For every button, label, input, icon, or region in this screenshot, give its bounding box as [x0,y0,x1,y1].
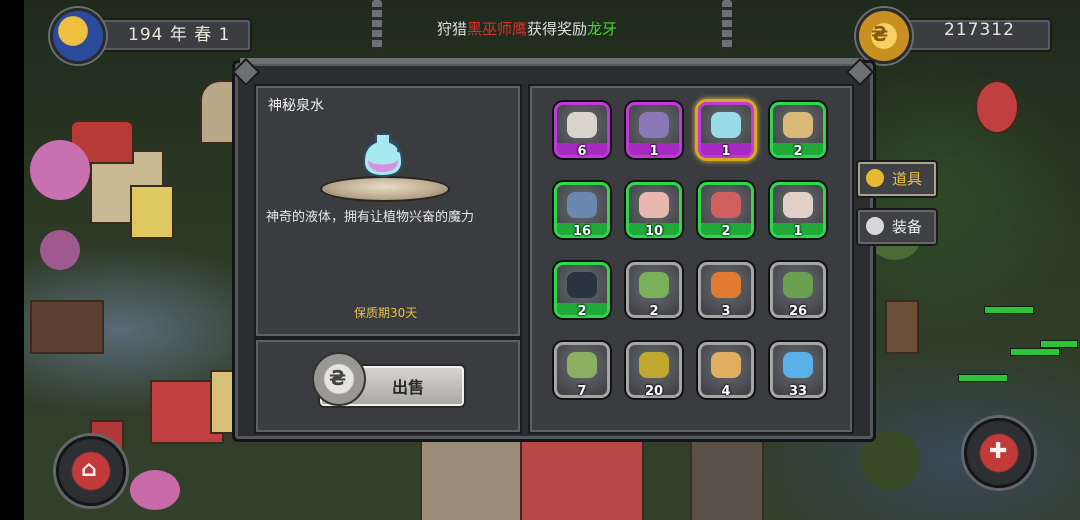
potion-jar-icon [711,112,741,138]
inventory-slot[interactable]: 2 [698,182,754,239]
item-pedestal [320,176,450,202]
item-quantity: 3 [721,304,731,319]
inventory-slot[interactable]: 3 [698,262,754,319]
coil-icon [639,192,669,218]
tree [130,470,180,510]
item-quantity: 33 [788,384,808,399]
ticker-reward: 龙牙 [587,20,618,38]
inventory-slot[interactable]: 26 [770,262,826,319]
item-description: 神奇的液体，拥有让植物兴奋的魔力 [266,210,475,225]
hunt-reward-ticker: 狩猎黑巫师鹰获得奖励龙牙 [437,18,617,39]
ticker-middle: 获得奖励 [527,20,588,38]
fin-icon [567,192,597,218]
house [690,440,764,520]
house-icon: ⌂ [81,457,97,482]
season-icon [50,8,106,64]
item-quantity: 2 [793,144,803,159]
pineapple-icon [639,352,669,378]
ticker-prefix: 狩猎 [437,20,468,38]
item-quantity: 1 [721,144,731,159]
date-text: 194 年 春 1 [128,25,231,45]
item-quantity: 26 [788,304,808,319]
item-quantity: 1 [649,144,659,159]
inventory-slot[interactable]: 1 [770,182,826,239]
gold-amount: 217312 [944,20,1015,40]
bread-icon [783,112,813,138]
potion-jar-icon [362,133,404,178]
inventory-slot[interactable]: 2 [770,102,826,159]
boat [30,300,104,354]
inventory-slot[interactable]: 6 [554,102,610,159]
item-shelf-life: 保质期30天 [354,306,418,320]
item-quantity: 10 [644,224,664,239]
item-quantity: 20 [644,384,664,399]
coin-symbol-icon: ₴ [871,22,889,46]
workshop [420,440,534,520]
shield-icon: ✚ [989,439,1008,464]
sell-button-label: 出售 [392,378,425,397]
village-button[interactable]: ⌂ [56,436,126,506]
fang-icon [567,272,597,298]
ticker-hunter: 黑巫师鹰 [467,20,528,38]
claw-icon [783,192,813,218]
inventory-slot[interactable]: 1 [698,102,754,159]
head-icon [639,272,669,298]
inventory-slot[interactable]: 16 [554,182,610,239]
inventory-window-header-bar [240,58,862,64]
watchtower [885,300,919,354]
unit-health-bar [1040,340,1078,348]
inventory-slot[interactable]: 4 [698,342,754,399]
item-quantity: 2 [721,224,731,239]
house [520,440,644,520]
cloth-icon [711,192,741,218]
battle-button[interactable]: ✚ [964,418,1034,488]
horn-icon [711,352,741,378]
feather-icon [567,352,597,378]
unit-health-bar [958,374,1008,382]
chain-decoration [372,0,382,50]
item-quantity: 4 [721,384,731,399]
inventory-slot[interactable]: 7 [554,342,610,399]
tree [30,140,90,200]
item-quantity: 1 [793,224,803,239]
inventory-slot[interactable]: 20 [626,342,682,399]
leaf-icon [783,272,813,298]
tab-items[interactable]: 道具 [856,160,938,198]
item-quantity: 7 [577,384,587,399]
crystal-icon [783,352,813,378]
tree [40,230,80,270]
inventory-slot[interactable]: 2 [626,262,682,319]
tab-items-label: 道具 [892,170,923,188]
item-quantity: 6 [577,144,587,159]
helmet-icon [866,217,884,235]
item-quantity: 2 [577,304,587,319]
inventory-slot[interactable]: 2 [554,262,610,319]
item-quantity: 2 [649,304,659,319]
book-icon [639,112,669,138]
gourd-icon [866,169,884,187]
silver-coin-icon: ₴ [312,352,366,406]
inventory-slot[interactable]: 10 [626,182,682,239]
house-window [130,185,174,239]
item-name: 神秘泉水 [268,98,324,114]
chain-decoration [722,0,732,50]
item-quantity: 16 [572,224,592,239]
screen-edge [0,0,24,520]
unit-health-bar [1010,348,1060,356]
unit-health-bar [984,306,1034,314]
tab-equipment[interactable]: 装备 [856,208,938,246]
torch-icon [711,272,741,298]
inventory-slot[interactable]: 33 [770,342,826,399]
inventory-slot[interactable]: 1 [626,102,682,159]
tab-equipment-label: 装备 [892,218,923,236]
npc-warrior [975,80,1019,134]
bell-icon [567,112,597,138]
